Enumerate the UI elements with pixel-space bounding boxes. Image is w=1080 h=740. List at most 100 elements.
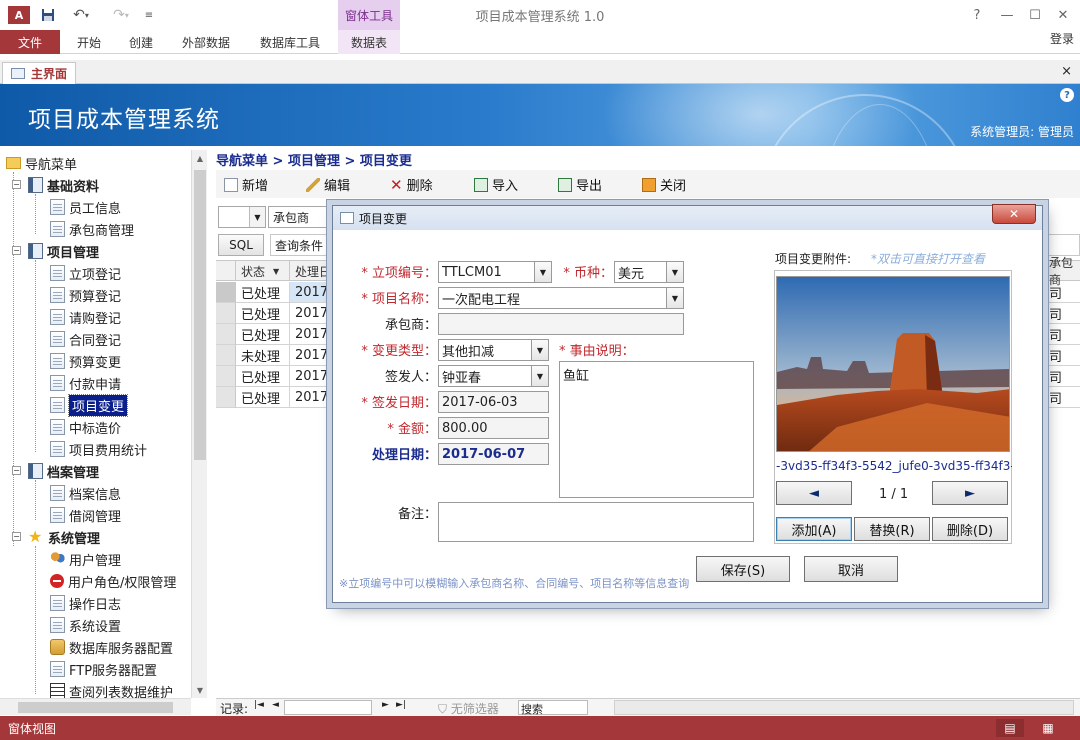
add-button[interactable]: 新增: [224, 175, 268, 194]
cell-process-date[interactable]: 2017-: [290, 345, 336, 366]
chevron-down-icon[interactable]: ▼: [666, 288, 683, 308]
nav-group-system-mgmt[interactable]: − ★ 系统管理: [12, 526, 100, 548]
cell-process-date[interactable]: 2017-: [290, 387, 336, 408]
cell-process-date[interactable]: 2017-: [290, 324, 336, 345]
currency-combo[interactable]: 美元 ▼: [614, 261, 684, 283]
tab-file[interactable]: 文件: [0, 30, 60, 54]
nav-item-user-mgmt[interactable]: 用户管理: [50, 548, 121, 570]
dialog-title-bar[interactable]: 项目变更: [333, 206, 1042, 230]
scroll-up-icon[interactable]: ▲: [192, 150, 208, 166]
tab-datasheet[interactable]: 数据表: [338, 30, 400, 54]
export-button[interactable]: 导出: [558, 175, 602, 194]
nav-root[interactable]: 导航菜单: [6, 152, 77, 174]
nav-item-budget-change[interactable]: 预算变更: [50, 350, 121, 372]
cell-contractor[interactable]: 司: [1044, 345, 1080, 366]
nav-item-purchase-register[interactable]: 请购登记: [50, 306, 121, 328]
nav-horizontal-scrollbar[interactable]: [0, 698, 191, 715]
nav-item-project-register[interactable]: 立项登记: [50, 262, 121, 284]
chevron-down-icon[interactable]: ▼: [531, 340, 548, 360]
chevron-down-icon[interactable]: ▼: [666, 262, 683, 282]
column-header-status[interactable]: 状态 ▼: [236, 261, 290, 281]
edit-button[interactable]: 编辑: [306, 175, 350, 194]
collapse-icon[interactable]: −: [12, 532, 21, 541]
attachment-delete-button[interactable]: 删除(D): [932, 517, 1008, 541]
save-button[interactable]: 保存(S): [696, 556, 790, 582]
remark-textarea[interactable]: [438, 502, 754, 542]
datasheet-view-icon[interactable]: ▦: [1034, 719, 1062, 737]
redo-icon[interactable]: ↷ ▾: [106, 5, 136, 25]
collapse-icon[interactable]: −: [12, 466, 21, 475]
record-number-input[interactable]: [284, 700, 372, 715]
nav-group-archive-mgmt[interactable]: − 档案管理: [12, 460, 99, 482]
nav-vertical-scrollbar[interactable]: ▲ ▼: [191, 150, 207, 698]
close-window-icon[interactable]: ✕: [1052, 5, 1074, 25]
nav-item-cost-stats[interactable]: 项目费用统计: [50, 438, 147, 460]
tab-create[interactable]: 创建: [118, 30, 164, 54]
login-link[interactable]: 登录: [1050, 30, 1074, 47]
attachment-add-button[interactable]: 添加(A): [776, 517, 852, 541]
prev-record-icon[interactable]: ◄: [272, 700, 279, 710]
filter-field-select[interactable]: 承包商: [268, 206, 338, 228]
save-icon[interactable]: [38, 5, 58, 25]
maximize-icon[interactable]: ☐: [1024, 5, 1046, 25]
nav-item-archive-info[interactable]: 档案信息: [50, 482, 121, 504]
cell-status[interactable]: 已处理: [236, 387, 290, 408]
doc-tab-main[interactable]: 主界面: [2, 62, 76, 84]
nav-group-basic-data[interactable]: − 基础资料: [12, 174, 99, 196]
close-button[interactable]: 关闭: [642, 175, 686, 194]
cell-contractor[interactable]: 司: [1044, 282, 1080, 303]
delete-button[interactable]: ✕ 删除: [390, 175, 433, 195]
project-name-combo[interactable]: 一次配电工程 ▼: [438, 287, 684, 309]
dialog-close-button[interactable]: ✕: [992, 204, 1036, 224]
nav-item-operation-log[interactable]: 操作日志: [50, 592, 121, 614]
row-selector[interactable]: [216, 345, 236, 366]
import-button[interactable]: 导入: [474, 175, 518, 194]
nav-item-db-server-config[interactable]: 数据库服务器配置: [50, 636, 173, 658]
scroll-thumb[interactable]: [18, 702, 173, 713]
attachment-replace-button[interactable]: 替换(R): [854, 517, 930, 541]
nav-item-lookup-data[interactable]: 查阅列表数据维护: [50, 680, 173, 698]
row-selector[interactable]: [216, 366, 236, 387]
collapse-icon[interactable]: −: [12, 180, 21, 189]
next-record-icon[interactable]: ►: [382, 700, 389, 710]
contractor-field[interactable]: [438, 313, 684, 335]
cell-contractor[interactable]: 司: [1044, 387, 1080, 408]
nav-item-payment-request[interactable]: 付款申请: [50, 372, 121, 394]
help-icon[interactable]: ?: [1060, 88, 1074, 102]
scroll-down-icon[interactable]: ▼: [192, 682, 208, 698]
row-selector[interactable]: [216, 387, 236, 408]
select-all-corner[interactable]: [216, 261, 236, 281]
row-selector[interactable]: [216, 282, 236, 303]
cell-process-date[interactable]: 2017-: [290, 282, 336, 303]
nav-item-bid-price[interactable]: 中标造价: [50, 416, 121, 438]
sql-button[interactable]: SQL: [218, 234, 264, 256]
filter-operator-select[interactable]: ▼: [218, 206, 266, 228]
nav-item-system-settings[interactable]: 系统设置: [50, 614, 121, 636]
scroll-thumb[interactable]: [194, 170, 206, 460]
cell-process-date[interactable]: 2017-: [290, 303, 336, 324]
tab-database-tools[interactable]: 数据库工具: [250, 30, 330, 54]
issue-date-field[interactable]: 2017-06-03: [438, 391, 549, 413]
tab-external-data[interactable]: 外部数据: [172, 30, 240, 54]
nav-group-project-mgmt[interactable]: − 项目管理: [12, 240, 99, 262]
help-icon[interactable]: ?: [966, 5, 988, 25]
cell-status[interactable]: 已处理: [236, 303, 290, 324]
column-header-process-date[interactable]: 处理日: [290, 261, 336, 281]
nav-item-budget-register[interactable]: 预算登记: [50, 284, 121, 306]
project-no-combo[interactable]: TTLCM01 ▼: [438, 261, 552, 283]
nav-item-contractor-mgmt[interactable]: 承包商管理: [50, 218, 134, 240]
chevron-down-icon[interactable]: ▼: [534, 262, 551, 282]
amount-field[interactable]: 800.00: [438, 417, 549, 439]
reason-textarea[interactable]: 鱼缸: [559, 361, 754, 498]
last-record-icon[interactable]: ►|: [396, 700, 406, 710]
nav-item-project-change[interactable]: 项目变更: [50, 393, 129, 417]
cell-contractor[interactable]: 司: [1044, 324, 1080, 345]
cell-status[interactable]: 已处理: [236, 366, 290, 387]
nav-item-contract-register[interactable]: 合同登记: [50, 328, 121, 350]
cell-process-date[interactable]: 2017-: [290, 366, 336, 387]
cell-contractor[interactable]: 司: [1044, 366, 1080, 387]
row-selector[interactable]: [216, 303, 236, 324]
change-type-combo[interactable]: 其他扣减 ▼: [438, 339, 549, 361]
column-header-contractor[interactable]: 承包商: [1044, 256, 1080, 287]
grid-horizontal-scrollbar[interactable]: [614, 700, 1074, 715]
